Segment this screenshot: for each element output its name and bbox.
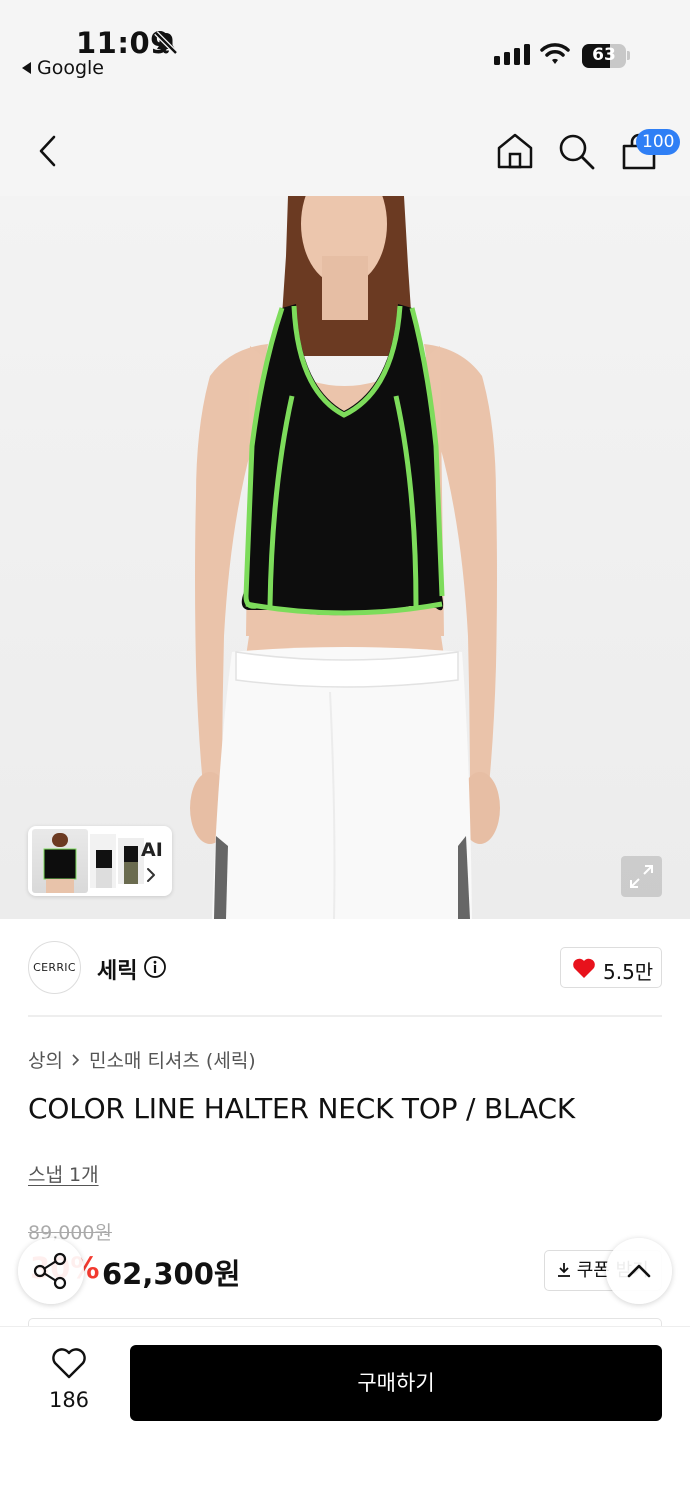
wifi-icon (540, 43, 570, 64)
chevron-right-icon[interactable] (145, 866, 157, 884)
sale-price: 62,300원 (102, 1257, 241, 1291)
battery-tip (627, 51, 630, 60)
product-title: COLOR LINE HALTER NECK TOP / BLACK (28, 1092, 576, 1125)
chevron-right-icon (72, 1053, 80, 1066)
back-to-app-link[interactable]: Google (22, 57, 104, 79)
breadcrumb: 상의 민소매 티셔츠 (세릭) (28, 1046, 256, 1073)
back-app-label: Google (37, 57, 105, 79)
ai-similar-card[interactable] (28, 826, 172, 896)
brand-like-count: 5.5만 (603, 960, 654, 984)
brand-name[interactable]: 세릭 (97, 953, 137, 985)
brand-logo[interactable]: CERRIC (28, 941, 81, 994)
share-button[interactable] (18, 1238, 84, 1304)
chevron-up-icon (627, 1264, 651, 1278)
buy-button[interactable]: 구매하기 (130, 1345, 662, 1421)
ai-label[interactable]: AI (141, 839, 163, 861)
heart-icon (573, 958, 595, 978)
snap-link[interactable]: 스냅 1개 (28, 1160, 99, 1187)
status-bar: 11:09 Google 63 (0, 0, 690, 92)
product-photo (190, 196, 500, 919)
wishlist-count: 186 (48, 1388, 90, 1412)
cart-count-badge: 100 (636, 129, 681, 155)
back-icon[interactable] (36, 134, 60, 168)
home-icon[interactable] (496, 132, 534, 170)
ai-thumbnail-2 (90, 834, 116, 888)
breadcrumb-subcategory[interactable]: 민소매 티셔츠 (세릭) (89, 1046, 256, 1073)
info-icon[interactable] (143, 955, 167, 979)
battery-icon: 63 (582, 44, 626, 68)
divider (28, 1015, 662, 1017)
share-icon (33, 1252, 67, 1290)
ai-thumbnail-1 (32, 829, 88, 893)
signal-icon (494, 44, 530, 65)
heart-outline-icon (52, 1348, 86, 1379)
brand-like-button[interactable]: 5.5만 (560, 947, 662, 988)
search-icon[interactable] (558, 133, 596, 171)
bell-off-icon (154, 31, 178, 55)
expand-image-button[interactable] (621, 856, 662, 897)
battery-percent: 63 (592, 45, 616, 65)
download-icon (558, 1263, 570, 1277)
breadcrumb-category[interactable]: 상의 (28, 1046, 63, 1073)
back-triangle-icon (22, 62, 31, 74)
wishlist-button[interactable] (40, 1348, 98, 1384)
expand-icon (630, 865, 653, 888)
product-image[interactable] (0, 196, 690, 919)
scroll-top-button[interactable] (606, 1238, 672, 1304)
